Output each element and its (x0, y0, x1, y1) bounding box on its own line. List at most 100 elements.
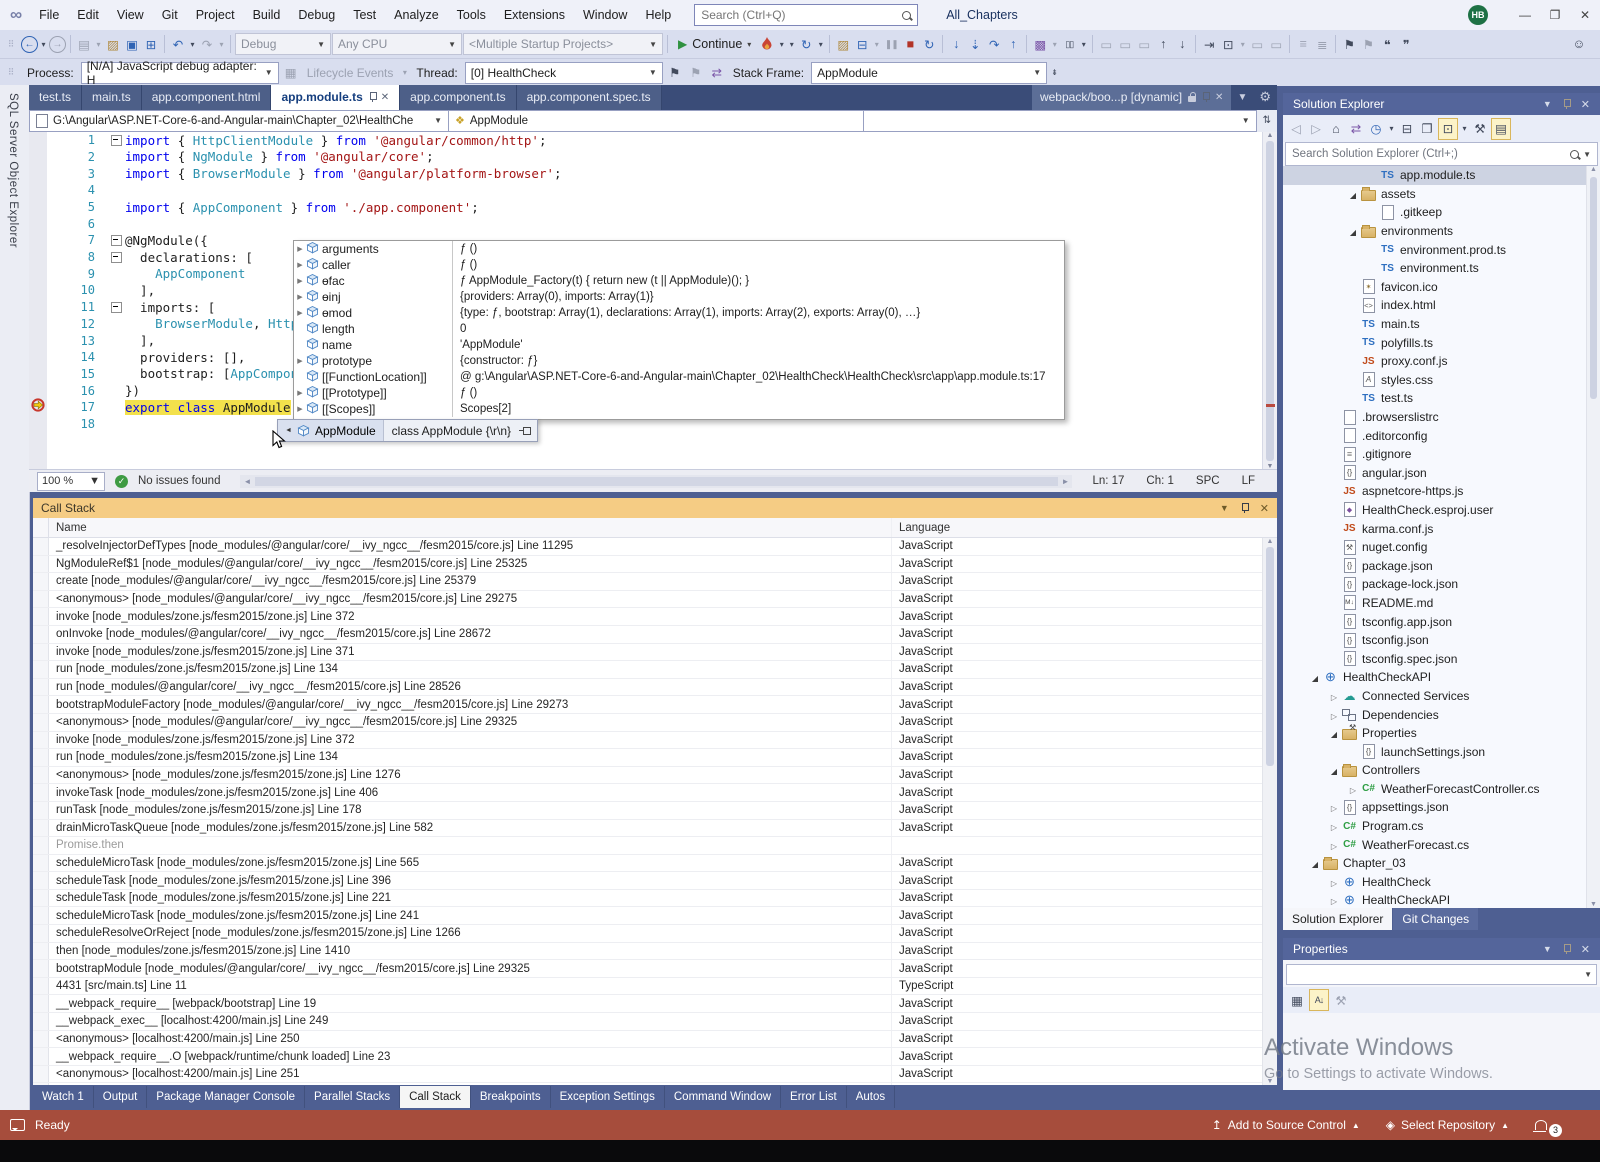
call-stack-frame-row[interactable]: scheduleMicroTask [node_modules/zone.js/… (33, 854, 1277, 873)
show-all-windows-button[interactable]: ⊟ (853, 34, 871, 54)
call-stack-frame-row[interactable]: Promise.then (33, 837, 1277, 855)
uncomment-code-button[interactable]: ❞ (1397, 34, 1415, 54)
lifecycle-events-button[interactable]: Lifecycle Events (303, 66, 398, 80)
close-icon[interactable]: ✕ (1215, 92, 1223, 103)
step-out-button[interactable]: ↑ (1004, 34, 1022, 54)
expander-icon[interactable] (1327, 838, 1341, 852)
move-up-button[interactable]: ↑ (1154, 34, 1172, 54)
call-stack-frame-row[interactable]: __webpack_require__.O [webpack/runtime/c… (33, 1048, 1277, 1066)
tree-item[interactable]: test.ts (1283, 389, 1600, 408)
restore-button[interactable]: ❐ (1540, 0, 1570, 30)
menu-item[interactable]: Build (244, 0, 290, 30)
expander-icon[interactable] (1346, 224, 1360, 238)
tree-item[interactable]: environment.prod.ts (1283, 240, 1600, 259)
hot-reload-button[interactable] (758, 34, 776, 54)
tree-item[interactable]: app.module.ts (1283, 166, 1600, 185)
redo-button[interactable]: ↷ (198, 34, 216, 54)
datatip-row[interactable]: ▶ ɵinj {providers: Array(0), imports: Ar… (294, 289, 1064, 305)
call-stack-scrollbar[interactable]: ▲ ▼ (1262, 538, 1277, 1085)
format-selection-button[interactable]: ≣ (1313, 34, 1331, 54)
tree-item[interactable]: tsconfig.app.json (1283, 612, 1600, 631)
datatip-row[interactable]: length 0 (294, 321, 1064, 337)
zoom-select[interactable]: 100 % ▼ (37, 471, 105, 491)
tool-window-tab[interactable]: Exception Settings (551, 1086, 665, 1108)
call-stack-frame-row[interactable]: invoke [node_modules/zone.js/fesm2015/zo… (33, 731, 1277, 750)
code-line[interactable]: 5 import { AppComponent } from './app.co… (29, 199, 1277, 216)
breakpoint-gutter[interactable] (29, 249, 47, 266)
menu-item[interactable]: Project (187, 0, 244, 30)
pin-icon[interactable] (1563, 99, 1571, 109)
breakpoint-gutter[interactable] (29, 416, 47, 433)
navigate-forward-button[interactable]: → (49, 35, 66, 53)
call-stack-frame-row[interactable]: run [node_modules/zone.js/fesm2015/zone.… (33, 661, 1277, 679)
indent-button[interactable]: ⇥ (1200, 34, 1218, 54)
tree-item[interactable]: nuget.config (1283, 538, 1600, 557)
home-button[interactable]: ⌂ (1327, 119, 1345, 139)
pointer-button[interactable]: ▭ (1248, 34, 1266, 54)
document-tab[interactable]: app.component.ts (400, 85, 517, 110)
call-stack-frame-row[interactable]: drainMicroTaskQueue [node_modules/zone.j… (33, 819, 1277, 838)
save-all-button[interactable]: ⊞ (142, 34, 160, 54)
editor-vertical-scrollbar[interactable]: ▲ ▼ (1262, 131, 1277, 470)
expander-icon[interactable] (1346, 782, 1360, 796)
stop-debugging-button[interactable]: ■ (901, 34, 919, 54)
forward-button[interactable]: ▷ (1307, 119, 1325, 139)
property-pages-button[interactable]: ⚒ (1332, 990, 1350, 1010)
object-select[interactable]: ▼ (1286, 964, 1597, 985)
call-stack-frame-row[interactable]: _resolveInjectorDefTypes [node_modules/@… (33, 538, 1277, 556)
properties-title-bar[interactable]: Properties ▼ ✕ (1283, 938, 1600, 960)
datatip-row[interactable]: ▶ [[Prototype]] ƒ () (294, 385, 1064, 401)
webpack-document-tab[interactable]: webpack/boo...p [dynamic] ✕ (1031, 85, 1232, 110)
call-stack-frame-row[interactable]: scheduleResolveOrReject [node_modules/zo… (33, 925, 1277, 943)
alphabetical-button[interactable]: A↓ (1309, 989, 1329, 1011)
thread-select[interactable]: [0] HealthCheck ▼ (464, 61, 663, 84)
move-down-button[interactable]: ↓ (1173, 34, 1191, 54)
menu-item[interactable]: Test (344, 0, 385, 30)
stack-frame-select[interactable]: AppModule ▼ (811, 61, 1048, 84)
tree-item[interactable]: .gitkeep (1283, 203, 1600, 222)
document-tab[interactable]: app.component.spec.ts (516, 85, 662, 110)
add-to-source-control-button[interactable]: ↥ Add to Source Control ▲ (1212, 1118, 1360, 1132)
back-button[interactable]: ◁ (1287, 119, 1305, 139)
datatip-root[interactable]: ◄ AppModule class AppModule {\r\n} (277, 419, 539, 442)
fold-gutter[interactable] (107, 251, 125, 263)
run-to-cursor-button[interactable]: ⇣ (966, 34, 984, 54)
code-map-dropdown[interactable]: ▾ (1050, 34, 1059, 54)
new-project-button[interactable]: ▤ (75, 34, 93, 54)
sync-dropdown[interactable]: ▾ (1460, 119, 1469, 139)
parallel-watch-icon[interactable]: ⇄ (708, 63, 726, 83)
column-header-language[interactable]: Language (892, 522, 1277, 534)
tree-item[interactable]: karma.conf.js (1283, 519, 1600, 538)
breakpoint-gutter[interactable] (29, 215, 47, 232)
expander-icon[interactable] (1327, 726, 1341, 740)
call-stack-frame-row[interactable]: __webpack_require__ [webpack/bootstrap] … (33, 995, 1277, 1014)
tree-item[interactable]: styles.css (1283, 371, 1600, 390)
tree-item[interactable]: Properties (1283, 723, 1600, 743)
tree-scrollbar[interactable]: ▲ ▼ (1586, 166, 1600, 908)
call-stack-frame-row[interactable]: <anonymous> [node_modules/zone.js/fesm20… (33, 766, 1277, 785)
open-file-button[interactable]: ▨ (104, 34, 122, 54)
menu-item[interactable]: Git (153, 0, 187, 30)
tree-item[interactable]: package-lock.json (1283, 575, 1600, 594)
fold-gutter[interactable] (107, 301, 125, 313)
datatip-row[interactable]: name 'AppModule' (294, 337, 1064, 353)
call-stack-frame-row[interactable]: webpackJsonpCallback [webpack/runtime/js… (33, 1083, 1277, 1085)
break-all-button[interactable]: ❚❚ (882, 34, 900, 54)
datatip-row[interactable]: ▶ prototype {constructor: ƒ} (294, 353, 1064, 369)
tree-item[interactable]: HealthCheckAPI (1283, 668, 1600, 687)
tree-item[interactable]: HealthCheck (1283, 873, 1600, 892)
window-position-dropdown[interactable]: ▼ (1220, 503, 1229, 513)
expander-icon[interactable] (1308, 670, 1322, 684)
call-stack-frame-row[interactable]: runTask [node_modules/zone.js/fesm2015/z… (33, 801, 1277, 820)
menu-item[interactable]: Debug (289, 0, 344, 30)
pending-changes-filter-button[interactable]: ◷ (1367, 119, 1385, 139)
call-stack-frame-row[interactable]: __webpack_exec__ [localhost:4200/main.js… (33, 1013, 1277, 1031)
call-stack-frame-row[interactable]: <anonymous> [localhost:4200/main.js] Lin… (33, 1030, 1277, 1049)
breakpoint-gutter[interactable] (29, 199, 47, 216)
breakpoint-gutter[interactable] (29, 332, 47, 349)
breakpoint-gutter[interactable] (29, 132, 47, 149)
call-stack-frame-row[interactable]: invoke [node_modules/zone.js/fesm2015/zo… (33, 608, 1277, 626)
breakpoint-gutter[interactable] (29, 366, 47, 383)
close-icon[interactable]: ✕ (381, 92, 389, 103)
right-panel-tab[interactable]: Git Changes (1393, 908, 1479, 930)
